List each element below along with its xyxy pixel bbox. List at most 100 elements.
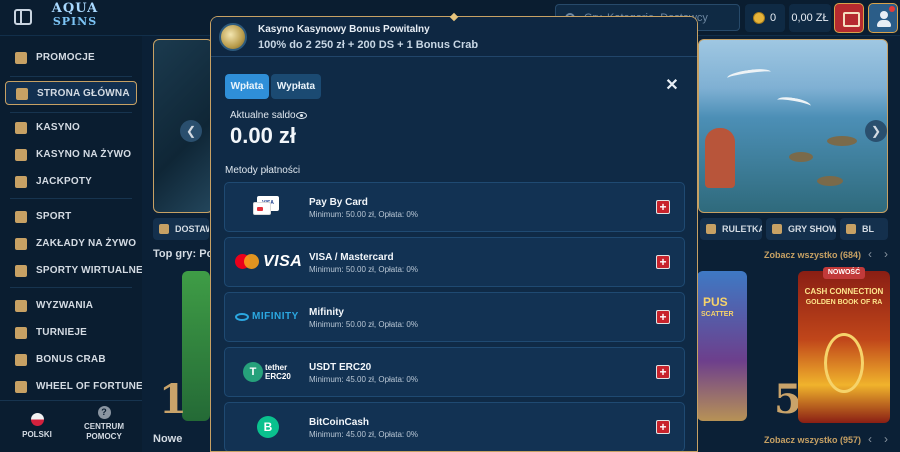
home-icon bbox=[16, 88, 28, 100]
method-name: VISA / Mastercard bbox=[309, 252, 394, 263]
game-tile-cash-connection[interactable]: CASH CONNECTION GOLDEN BOOK OF RA bbox=[798, 271, 890, 423]
see-all-new-link[interactable]: Zobacz wszystko (957) bbox=[764, 435, 861, 445]
sidebar-item-bonus-crab[interactable]: BONUS CRAB bbox=[5, 348, 137, 372]
help-label: CENTRUM POMOCY bbox=[84, 422, 124, 441]
tether-wordmark: tether ERC20 bbox=[265, 363, 291, 381]
balance-label: Aktualne saldo bbox=[230, 110, 296, 121]
roulette-icon bbox=[706, 224, 716, 234]
logo[interactable]: AQUA SPINS bbox=[44, 2, 106, 32]
tab-withdraw[interactable]: Wypłata bbox=[271, 74, 321, 99]
live-icon bbox=[15, 238, 27, 250]
gift-icon bbox=[15, 52, 27, 64]
deposit-modal: Kasyno Kasynowy Bonus Powitalny 100% do … bbox=[210, 16, 698, 452]
sidebar-item-wyzwania[interactable]: WYZWANIA bbox=[5, 294, 137, 318]
chip-label: RULETKA bbox=[722, 224, 762, 234]
game-title: SCATTER bbox=[701, 311, 734, 318]
bonus-promo-header[interactable]: Kasyno Kasynowy Bonus Powitalny 100% do … bbox=[211, 17, 697, 57]
plus-icon[interactable]: + bbox=[656, 255, 670, 269]
plus-icon[interactable]: + bbox=[656, 420, 670, 434]
game-tile-scatter[interactable]: PUS SCATTER bbox=[697, 271, 747, 421]
ball-icon bbox=[15, 211, 27, 223]
tether-wordmark-line2: ERC20 bbox=[265, 372, 291, 381]
rock-image bbox=[789, 152, 813, 162]
method-name: Pay By Card bbox=[309, 197, 368, 208]
tab-deposit[interactable]: Wpłata bbox=[225, 74, 269, 99]
plus-icon[interactable]: + bbox=[656, 200, 670, 214]
payment-method-bitcoincash[interactable]: B BitCoinCash Minimum: 45.00 zł, Opłata:… bbox=[224, 402, 685, 451]
bitcoincash-icon: B bbox=[235, 412, 305, 442]
sidebar-item-zaklady-na-zywo[interactable]: ZAKŁADY NA ŻYWO bbox=[5, 232, 137, 256]
help-center-link[interactable]: ? CENTRUM POMOCY bbox=[82, 406, 126, 442]
cards-icon bbox=[15, 149, 27, 161]
carousel-next-icon[interactable]: › bbox=[884, 247, 888, 261]
promo-title: Kasyno Kasynowy Bonus Powitalny bbox=[258, 24, 430, 35]
carousel-prev-icon[interactable]: ‹ bbox=[868, 432, 872, 446]
crab-icon bbox=[15, 354, 27, 366]
plus-icon[interactable]: + bbox=[656, 365, 670, 379]
method-info: Minimum: 45.00 zł, Opłata: 0% bbox=[309, 430, 418, 439]
show-icon bbox=[772, 224, 782, 234]
coin-emblem-image bbox=[824, 333, 864, 393]
category-chip-ruletka[interactable]: RULETKA bbox=[700, 218, 762, 240]
mifinity-wordmark: MIFINITY bbox=[252, 311, 299, 322]
tether-symbol: T bbox=[243, 362, 263, 382]
logo-text-spins: SPINS bbox=[52, 15, 98, 28]
payment-method-mifinity[interactable]: MIFINITY Mifinity Minimum: 50.00 zł, Opł… bbox=[224, 292, 685, 342]
user-icon bbox=[880, 11, 888, 19]
sidebar-item-label: WHEEL OF FORTUNE bbox=[36, 381, 143, 392]
user-icon-body bbox=[877, 20, 891, 27]
sidebar-item-promocje[interactable]: PROMOCJE bbox=[5, 46, 137, 70]
sidebar-item-sporty-wirtualne[interactable]: SPORTY WIRTUALNE bbox=[5, 259, 143, 283]
question-icon: ? bbox=[97, 406, 111, 419]
language-selector[interactable]: POLSKI bbox=[22, 413, 52, 439]
user-profile-button[interactable] bbox=[868, 3, 898, 33]
method-name: Mifinity bbox=[309, 307, 344, 318]
sidebar-item-kasyno[interactable]: KASYNO bbox=[5, 116, 137, 140]
sidebar-item-label: ZAKŁADY NA ŻYWO bbox=[36, 238, 137, 249]
tether-wordmark-line1: tether bbox=[265, 363, 288, 372]
eye-icon[interactable] bbox=[296, 112, 307, 119]
rock-image bbox=[817, 176, 843, 186]
close-icon[interactable]: ✕ bbox=[663, 77, 681, 95]
visa-wordmark: VISA bbox=[263, 253, 303, 270]
sidebar-item-label: SPORT bbox=[36, 211, 72, 222]
chevron-right-icon[interactable]: ❯ bbox=[865, 120, 887, 142]
payment-method-visa-mastercard[interactable]: VISA VISA / Mastercard Minimum: 50.00 zł… bbox=[224, 237, 685, 287]
sidebar-item-turnieje[interactable]: TURNIEJE bbox=[5, 321, 137, 345]
tether-icon: T tether ERC20 bbox=[235, 357, 305, 387]
method-info: Minimum: 50.00 zł, Opłata: 0% bbox=[309, 210, 418, 219]
carousel-next-icon[interactable]: › bbox=[884, 432, 888, 446]
hero-banner-right[interactable]: ❯ bbox=[698, 39, 888, 213]
sidebar-item-jackpoty[interactable]: JACKPOTY bbox=[5, 170, 137, 194]
provider-icon bbox=[159, 224, 169, 234]
sidebar-item-wheel-of-fortune[interactable]: WHEEL OF FORTUNE bbox=[5, 375, 143, 399]
wallet-button[interactable] bbox=[834, 3, 864, 33]
balance-display[interactable]: 0,00 ZŁ bbox=[789, 4, 831, 32]
divider bbox=[10, 76, 132, 77]
plus-icon[interactable]: + bbox=[656, 310, 670, 324]
coins-display[interactable]: 0 bbox=[745, 4, 785, 32]
balance-amount: 0,00 ZŁ bbox=[791, 12, 829, 24]
controller-icon bbox=[15, 265, 27, 277]
sidebar-item-label: SPORTY WIRTUALNE bbox=[36, 265, 143, 276]
chip-label: GRY SHOW bbox=[788, 224, 836, 234]
sidebar-item-sport[interactable]: SPORT bbox=[5, 205, 137, 229]
category-chip-more[interactable]: BL bbox=[840, 218, 888, 240]
payment-method-pay-by-card[interactable]: VISA Pay By Card Minimum: 50.00 zł, Opła… bbox=[224, 182, 685, 232]
chevron-left-icon[interactable]: ❮ bbox=[180, 120, 202, 142]
payment-method-usdt-erc20[interactable]: T tether ERC20 USDT ERC20 Minimum: 45.00… bbox=[224, 347, 685, 397]
sidebar-item-strona-glowna[interactable]: STRONA GŁÓWNA bbox=[5, 81, 137, 105]
carousel-prev-icon[interactable]: ‹ bbox=[868, 247, 872, 261]
sidebar-item-label: KASYNO NA ŻYWO bbox=[36, 149, 132, 160]
seagull-image bbox=[776, 95, 812, 111]
game-title: PUS bbox=[703, 295, 728, 309]
category-chip-gry-show[interactable]: GRY SHOW bbox=[766, 218, 836, 240]
see-all-top-link[interactable]: Zobacz wszystko (684) bbox=[764, 250, 861, 260]
sidebar-footer: POLSKI ? CENTRUM POMOCY bbox=[0, 400, 142, 452]
chip-label: DOSTAW bbox=[175, 224, 209, 234]
sidebar-item-kasyno-na-zywo[interactable]: KASYNO NA ŻYWO bbox=[5, 143, 137, 167]
hero-banner-left[interactable]: ❮ bbox=[153, 39, 213, 213]
sidebar-toggle-icon[interactable] bbox=[14, 9, 32, 25]
category-chip-dostawcy[interactable]: DOSTAW bbox=[153, 218, 209, 240]
top-games-title: Top gry: Po bbox=[153, 248, 214, 260]
